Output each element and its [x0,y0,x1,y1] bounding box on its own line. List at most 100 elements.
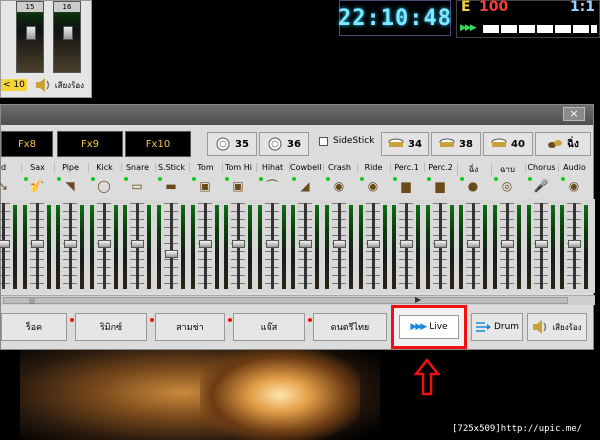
mini-channel-fader[interactable] [26,26,36,40]
channel-instrument-button[interactable]: 🎷 [21,175,53,197]
channel-instrument-button[interactable]: ● [457,175,489,197]
fader-knob[interactable] [467,240,480,248]
channel-instrument-button[interactable]: ▬ [155,175,187,197]
fader-knob[interactable] [131,240,144,248]
fader-knob[interactable] [299,240,312,248]
fader-knob[interactable] [333,240,346,248]
microphone-icon: 🎤 [533,179,549,193]
level-meter [147,205,151,289]
close-button[interactable]: × [563,107,585,121]
level-meter [483,205,487,289]
play-icon: ▶▶▶ [460,23,477,33]
mini-channel-fader[interactable] [63,26,73,40]
fader-knob[interactable] [98,240,111,248]
style-thai-button[interactable]: ดนตรีไทย [308,313,387,341]
speaker-icon[interactable] [35,77,51,93]
sidestick-checkbox[interactable] [319,136,328,146]
fader-knob[interactable] [232,240,245,248]
pad-ching-button[interactable]: ฉิ่ง [535,132,591,156]
drum-pad-icon [216,137,230,151]
channel-instrument-button[interactable]: ▆ [424,175,456,197]
channel-strip [323,199,355,293]
style-jazz-button[interactable]: แจ๊ส [228,313,305,341]
channel-instrument-button[interactable]: ▣ [189,175,221,197]
channel-strip [88,199,120,293]
style-remix-button[interactable]: ริมิกซ์ [70,313,147,341]
live-label: Live [429,322,448,332]
channel-strip [155,199,187,293]
led-icon [494,177,498,181]
level-meter [560,205,564,289]
channel-instrument-button[interactable]: ◢ [289,175,321,197]
fader-knob[interactable] [64,240,77,248]
pad-number: 38 [459,138,473,150]
style-samcha-button[interactable]: สามช่า [150,313,225,341]
live-button[interactable]: ▶▶▶ Live [399,315,459,339]
watermark: [725x509]http://upic.me/ [452,424,583,434]
channel-instrument-button[interactable]: ◯ [88,175,120,197]
channel-label: Ride [357,163,389,172]
pad-label: ฉิ่ง [567,138,579,150]
fx9-button[interactable]: Fx9 [57,131,123,157]
desktop-wallpaper-light [200,350,360,440]
channel-instrument-button[interactable]: ▆ [390,175,422,197]
level-meter [181,205,185,289]
fx10-button[interactable]: Fx10 [125,131,191,157]
pad-34-button[interactable]: 34 [381,132,429,156]
mini-channel-strip[interactable]: 15 [16,1,44,73]
channel-instrument-button[interactable]: ↘ [0,175,19,197]
sax-icon: 🎷 [29,179,45,193]
fader-knob[interactable] [165,250,178,258]
fader-knob[interactable] [501,240,514,248]
channel-instrument-button[interactable]: ▣ [222,175,254,197]
level-meter [416,205,420,289]
scrollbar-thumb[interactable]: ||| [3,297,568,305]
led-icon [460,177,464,181]
horizontal-scrollbar[interactable]: ||| ▶ [1,295,595,305]
fx8-button[interactable]: Fx8 [1,131,53,157]
mixer-window: × Fx8 Fx9 Fx10 35 36 SideStick 34 38 40 [0,104,595,350]
level-meter [47,205,51,289]
channel-instrument-button[interactable]: ◉ [357,175,389,197]
fader-knob[interactable] [535,240,548,248]
fader-knob[interactable] [400,240,413,248]
fader-knob[interactable] [367,240,380,248]
fader-track[interactable] [170,203,173,289]
vocal-button[interactable]: เสียงร้อง [527,313,587,341]
drum-button[interactable]: Drum [471,313,523,341]
mini-channel-strip[interactable]: 16 [53,1,81,73]
live-icon: ▶▶▶ [410,322,427,332]
fader-knob[interactable] [199,240,212,248]
channel-label: Perc.2 [424,163,456,172]
stick-icon: ▬ [165,179,177,193]
fader-knob[interactable] [434,240,447,248]
channel-instrument-button[interactable]: ◉ [323,175,355,197]
pad-38-button[interactable]: 38 [431,132,481,156]
vocal-label: เสียงร้อง [552,322,582,332]
fader-knob[interactable] [31,240,44,248]
style-label: ดนตรีไทย [330,323,370,333]
channel-strip [558,199,590,293]
channel-instrument-button[interactable]: ◥ [54,175,86,197]
window-titlebar[interactable]: × [1,105,593,125]
channel-strip [189,199,221,293]
style-rock-button[interactable]: ร็อค [1,313,67,341]
sidestick-toggle[interactable]: SideStick [319,136,374,146]
sidestick-label: SideStick [333,136,375,146]
channel-instrument-button[interactable]: ▭ [121,175,153,197]
fader-knob[interactable] [568,240,581,248]
led-icon [360,177,364,181]
pad-40-button[interactable]: 40 [483,132,533,156]
cowbell-icon: ◢ [300,179,310,193]
channel-instrument-button[interactable]: 🎤 [525,175,557,197]
channel-instrument-button[interactable]: ◉ [558,175,590,197]
mini-back-button[interactable]: < 10 [1,79,27,91]
pad-35-button[interactable]: 35 [207,132,257,156]
snare-drum-icon [439,138,455,147]
channel-instrument-button[interactable]: ⏜ [256,175,288,197]
fader-knob[interactable] [266,240,279,248]
pad-36-button[interactable]: 36 [259,132,309,156]
fader-knob[interactable] [0,240,10,248]
scrollbar-grip-icon: ||| [29,298,36,305]
channel-instrument-button[interactable]: ◎ [491,175,523,197]
